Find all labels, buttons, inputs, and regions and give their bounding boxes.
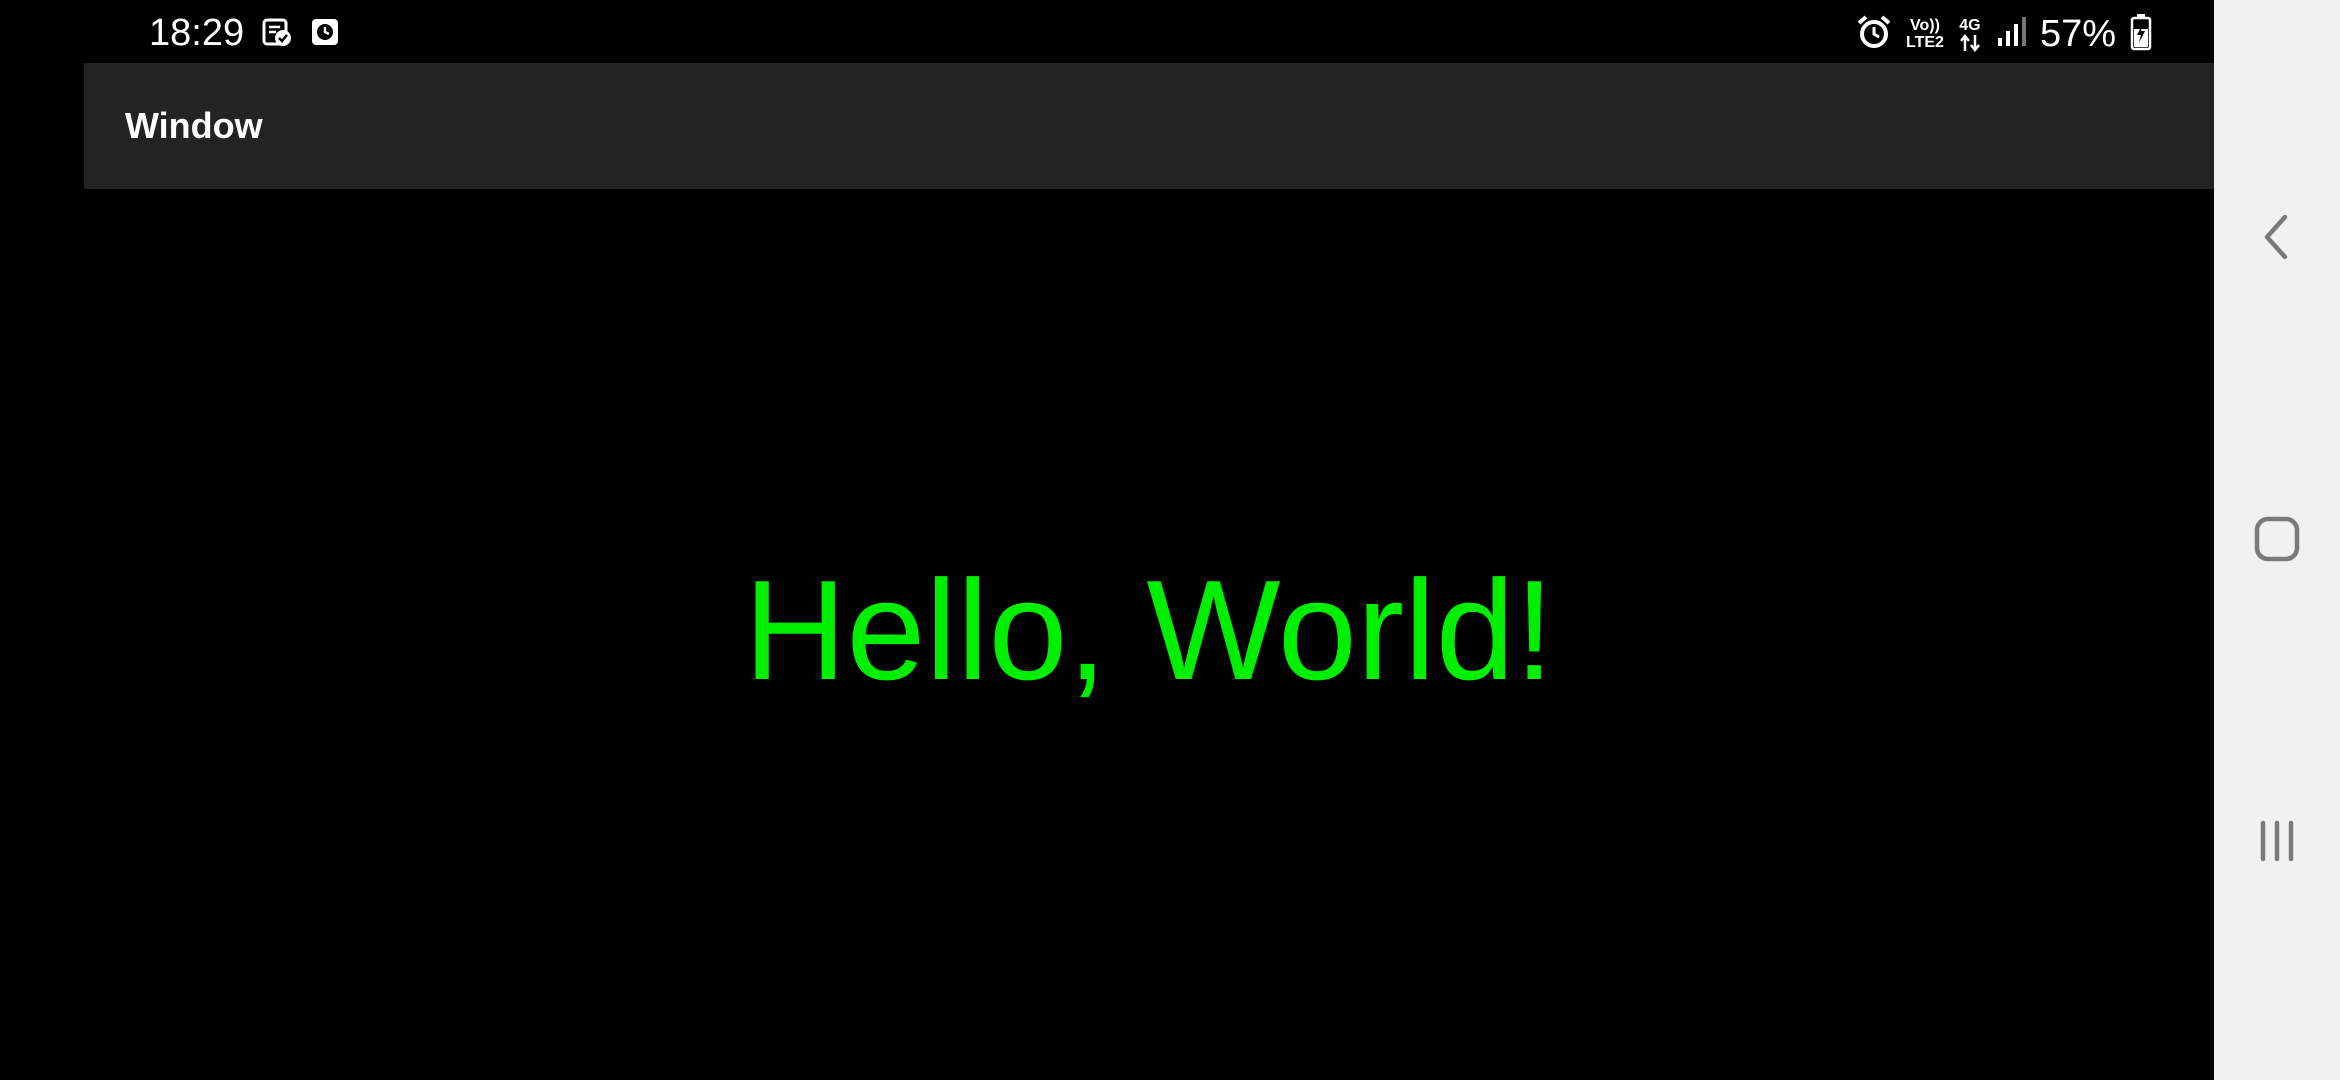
back-icon: [2257, 213, 2297, 266]
data-arrows-icon: 4G: [1958, 17, 1982, 52]
signal-icon: [1996, 16, 2026, 53]
data-type-label: 4G: [1959, 16, 1981, 34]
home-button[interactable]: [2242, 506, 2312, 576]
alarm-icon: [1856, 14, 1892, 55]
network-label-top: Vo)): [1910, 17, 1940, 34]
note-check-icon: [262, 17, 292, 47]
navigation-bar: [2214, 0, 2340, 1080]
lte-voice-icon: Vo)) LTE2: [1906, 17, 1944, 51]
status-time: 18:29: [149, 12, 245, 54]
clock-square-icon: [310, 17, 340, 47]
status-bar: 18:29 Vo)) LTE2 4G 57%: [0, 0, 2214, 63]
phone-screen: 18:29 Vo)) LTE2 4G 57% Window Hello, Wor…: [0, 0, 2340, 1080]
hello-world-text: Hello, World!: [743, 551, 1555, 710]
home-icon: [2253, 515, 2301, 568]
back-button[interactable]: [2242, 204, 2312, 274]
battery-percent: 57%: [2039, 13, 2116, 55]
app-bar: Window: [84, 63, 2214, 189]
main-content: Hello, World!: [84, 189, 2214, 1080]
battery-charging-icon: [2130, 13, 2152, 56]
recents-button[interactable]: [2242, 808, 2312, 878]
recents-icon: [2255, 819, 2299, 868]
network-label-bottom: LTE2: [1906, 34, 1944, 51]
app-title: Window: [125, 105, 263, 146]
status-right-group: Vo)) LTE2 4G 57%: [1856, 12, 2152, 56]
